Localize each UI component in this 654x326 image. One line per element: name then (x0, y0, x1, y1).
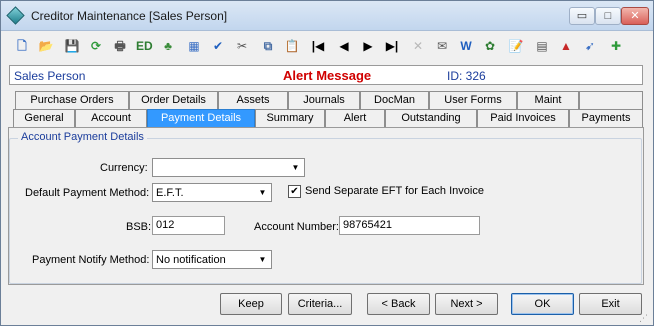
tab-order-details[interactable]: Order Details (129, 91, 218, 109)
creditor-maintenance-window: Creditor Maintenance [Sales Person] ▭ □ … (0, 0, 654, 326)
tab-row-filler (579, 91, 643, 109)
cut-icon[interactable]: ✂ (234, 38, 250, 54)
print-icon[interactable]: 🖶 (112, 38, 128, 54)
chevron-down-icon[interactable]: ▼ (288, 160, 303, 175)
person-type-label: Sales Person (14, 69, 86, 83)
record-id: ID: 326 (447, 69, 486, 83)
ok-button[interactable]: OK (511, 293, 574, 315)
tab-assets[interactable]: Assets (218, 91, 288, 109)
payment-method-value: E.F.T. (156, 187, 184, 199)
notify-method-value: No notification (156, 254, 226, 266)
copy-icon[interactable]: ⧉ (260, 38, 276, 54)
toolbar: 🗋 📂 💾 ⟳ 🖶 ED ♣ ▦ ✔ ✂ ⧉ 📋 |◀ ◀ ▶ ▶| ✕ ✉ W ✿ 📝 ▤ ▲ ➹ ✚ (2, 32, 653, 60)
tab-general[interactable]: General (13, 109, 75, 127)
minimize-button[interactable]: ▭ (569, 7, 595, 25)
next-record-icon[interactable]: ▶ (360, 38, 376, 54)
criteria-button[interactable]: Criteria... (288, 293, 352, 315)
email-icon[interactable]: ✉ (434, 38, 450, 54)
new-document-icon[interactable]: 🗋 (14, 38, 30, 54)
tab-docman[interactable]: DocMan (360, 91, 429, 109)
app-diamond-icon (6, 6, 25, 25)
tab-account[interactable]: Account (75, 109, 147, 127)
title-bar: Creditor Maintenance [Sales Person] ▭ □ … (1, 1, 653, 31)
payment-method-select[interactable]: E.F.T. ▼ (152, 183, 272, 202)
edit-icon[interactable]: ED (136, 38, 153, 54)
tab-payments[interactable]: Payments (569, 109, 643, 127)
close-button[interactable]: ✕ (621, 7, 649, 25)
tab-journals[interactable]: Journals (288, 91, 360, 109)
calculator-icon[interactable]: ▦ (186, 38, 202, 54)
chevron-down-icon[interactable]: ▼ (255, 185, 270, 200)
tab-purchase-orders[interactable]: Purchase Orders (15, 91, 129, 109)
maximize-button[interactable]: □ (595, 7, 621, 25)
tab-payment-details[interactable]: Payment Details (147, 109, 255, 127)
notify-method-label: Payment Notify Method: (32, 254, 150, 266)
window-title: Creditor Maintenance [Sales Person] (31, 9, 228, 23)
delete-icon[interactable]: ✕ (410, 38, 426, 54)
next-button[interactable]: Next > (435, 293, 498, 315)
group-title: Account Payment Details (18, 131, 147, 143)
tab-user-forms[interactable]: User Forms (429, 91, 517, 109)
notify-method-select[interactable]: No notification ▼ (152, 250, 272, 269)
refresh-icon[interactable]: ⟳ (88, 38, 104, 54)
info-bar: Sales Person Alert Message ID: 326 (9, 65, 643, 85)
bsb-field[interactable]: 012 (152, 216, 225, 235)
bsb-label: BSB: (126, 221, 152, 233)
tab-alert[interactable]: Alert (325, 109, 385, 127)
spellcheck-icon[interactable]: ✔ (210, 38, 226, 54)
separate-eft-checkbox[interactable]: ✔ (288, 185, 301, 198)
tab-paid-invoices[interactable]: Paid Invoices (477, 109, 569, 127)
separate-eft-label[interactable]: Send Separate EFT for Each Invoice (305, 185, 484, 197)
chevron-down-icon[interactable]: ▼ (255, 252, 270, 267)
tag-icon[interactable]: ➹ (582, 38, 598, 54)
account-number-label: Account Number: (254, 221, 339, 233)
first-record-icon[interactable]: |◀ (310, 38, 326, 54)
account-number-field[interactable]: 98765421 (339, 216, 480, 235)
keep-button[interactable]: Keep (220, 293, 282, 315)
previous-record-icon[interactable]: ◀ (336, 38, 352, 54)
open-folder-icon[interactable]: 📂 (38, 38, 54, 54)
paste-icon[interactable]: 📋 (284, 38, 300, 54)
notes-icon[interactable]: 📝 (508, 38, 524, 54)
add-icon[interactable]: ✚ (608, 38, 624, 54)
exit-button[interactable]: Exit (579, 293, 642, 315)
save-icon[interactable]: 💾 (64, 38, 80, 54)
tab-maint[interactable]: Maint (517, 91, 579, 109)
word-icon[interactable]: W (458, 38, 474, 54)
currency-select[interactable]: ▼ (152, 158, 305, 177)
currency-label: Currency: (100, 162, 148, 174)
back-button[interactable]: < Back (367, 293, 430, 315)
tree-icon[interactable]: ♣ (160, 38, 176, 54)
tab-outstanding[interactable]: Outstanding (385, 109, 477, 127)
payment-method-label: Default Payment Method: (25, 187, 150, 199)
calendar-icon[interactable]: ▤ (534, 38, 550, 54)
user-icon[interactable]: ▲ (558, 38, 574, 54)
last-record-icon[interactable]: ▶| (384, 38, 400, 54)
lookup-icon[interactable]: ✿ (482, 38, 498, 54)
tab-summary[interactable]: Summary (255, 109, 325, 127)
resize-grip-icon[interactable]: ⋰ (639, 313, 651, 325)
alert-message[interactable]: Alert Message (283, 68, 371, 83)
